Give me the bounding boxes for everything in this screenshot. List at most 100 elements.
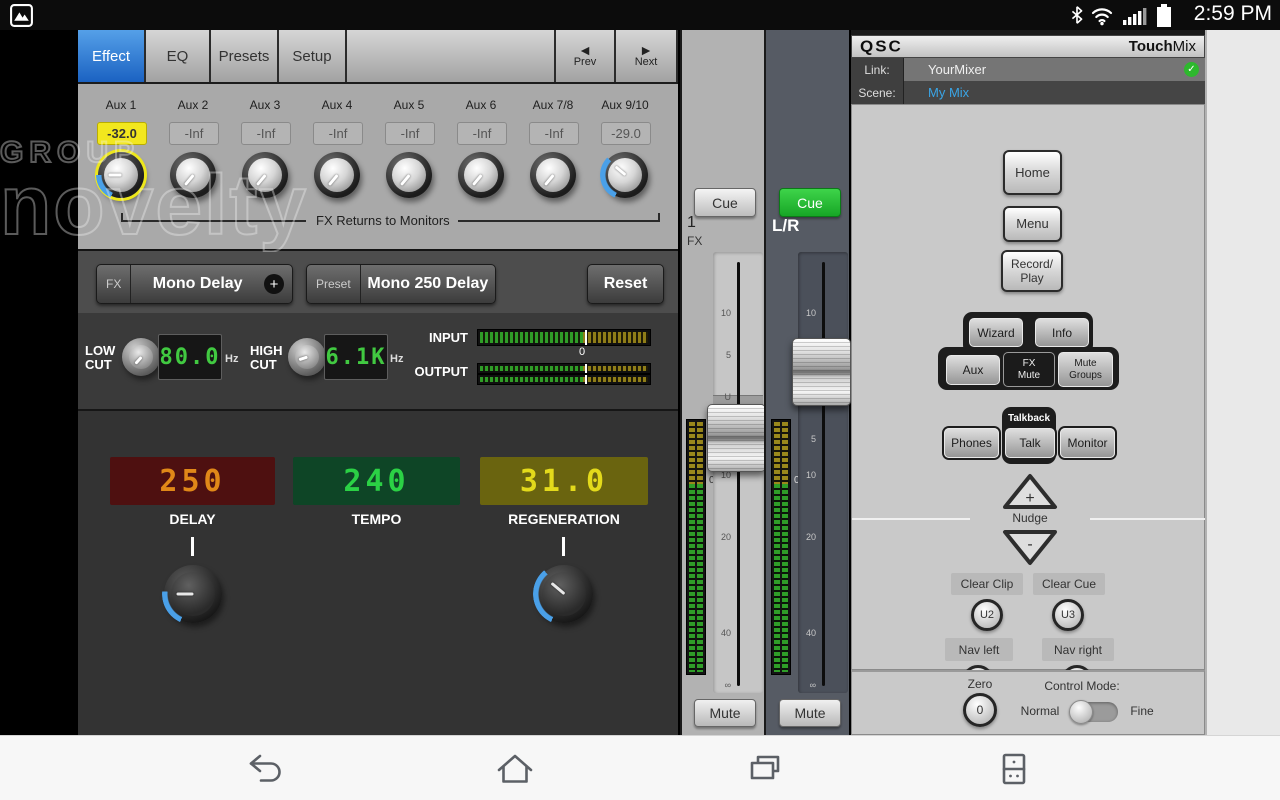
talk-button[interactable]: Talk: [1005, 428, 1055, 458]
aux-knob[interactable]: [98, 152, 144, 198]
aux-send-value[interactable]: -Inf: [457, 122, 507, 145]
aux-knob[interactable]: [530, 152, 576, 198]
back-button[interactable]: [243, 748, 287, 792]
aux-send-value[interactable]: -Inf: [241, 122, 291, 145]
u3-button[interactable]: U3: [1052, 599, 1084, 631]
record-play-button[interactable]: Record/Play: [1001, 250, 1063, 292]
phones-button[interactable]: Phones: [944, 428, 999, 458]
u2-button[interactable]: U2: [971, 599, 1003, 631]
aux-send-label: Aux 6: [445, 98, 517, 112]
aux-knob[interactable]: [386, 152, 432, 198]
remote-control-panel: QSC TouchMix Link: YourMixer ✓ Scene: My…: [851, 30, 1205, 735]
toggle-knob[interactable]: [1069, 700, 1093, 724]
qsc-logo: QSC: [860, 37, 903, 55]
clear-cue-label: Clear Cue: [1033, 573, 1105, 595]
right-edge-area: [1205, 30, 1280, 735]
fx1-cue-button[interactable]: Cue: [694, 188, 756, 217]
fx-type-selector[interactable]: FX Mono Delay +: [96, 264, 293, 304]
dual-window-button[interactable]: [991, 748, 1035, 792]
aux-send-label: Aux 7/8: [517, 98, 589, 112]
fx1-channel-number: 1: [687, 214, 696, 232]
aux-knob[interactable]: [314, 152, 360, 198]
main-fader-track[interactable]: 10 5 U 5 10 20 40 ∞: [798, 252, 848, 693]
zero-button[interactable]: 0: [963, 693, 997, 727]
wizard-button[interactable]: Wizard: [969, 318, 1023, 347]
aux-send-value[interactable]: -29.0: [601, 122, 651, 145]
delay-label: DELAY: [110, 511, 275, 527]
menu-button[interactable]: Menu: [1003, 206, 1062, 242]
svg-text:-: -: [1027, 536, 1032, 553]
aux-send-value[interactable]: -Inf: [169, 122, 219, 145]
high-cut-display[interactable]: 6.1K: [324, 334, 388, 380]
next-button[interactable]: ► Next: [616, 30, 678, 82]
recents-button[interactable]: [743, 748, 787, 792]
link-value: YourMixer: [904, 62, 1184, 77]
regeneration-knob[interactable]: [535, 565, 593, 623]
main-fader-handle[interactable]: [792, 338, 851, 406]
tab-setup[interactable]: Setup: [279, 30, 347, 82]
aux-knob[interactable]: [242, 152, 288, 198]
tab-effect[interactable]: Effect: [78, 30, 146, 82]
delay-knob[interactable]: [164, 565, 222, 623]
high-cut-knob[interactable]: [288, 338, 326, 376]
knob-tick: [562, 537, 565, 556]
aux-send-value[interactable]: -Inf: [313, 122, 363, 145]
aux-send-value[interactable]: -Inf: [385, 122, 435, 145]
main-mute-button[interactable]: Mute: [779, 699, 841, 727]
fx-add-icon[interactable]: +: [264, 274, 284, 294]
fx1-channel-type: FX: [687, 234, 702, 248]
mute-groups-button[interactable]: MuteGroups: [1058, 352, 1113, 387]
fx1-fader-track[interactable]: 10 5 U 5 10 20 40 ∞: [713, 252, 763, 693]
fx1-mute-button[interactable]: Mute: [694, 699, 756, 727]
main-cue-button[interactable]: Cue: [779, 188, 841, 217]
tab-presets[interactable]: Presets: [211, 30, 279, 82]
nudge-up-button[interactable]: +: [1000, 472, 1060, 512]
fx1-fader-handle[interactable]: [707, 404, 766, 472]
home-button-android[interactable]: [493, 748, 537, 792]
monitor-button[interactable]: Monitor: [1060, 428, 1115, 458]
aux-button[interactable]: Aux: [946, 355, 1000, 385]
low-cut-unit: Hz: [225, 353, 238, 365]
aux-knob[interactable]: [170, 152, 216, 198]
nudge-line-right: [1090, 518, 1206, 520]
nudge-down-button[interactable]: -: [1000, 527, 1060, 567]
aux-knob[interactable]: [458, 152, 504, 198]
control-mode-toggle[interactable]: [1072, 702, 1118, 722]
touchmix-app: 2:59 PM GROUP novelty Effect EQ Presets …: [0, 0, 1280, 800]
tab-filler: [347, 30, 556, 82]
dual-window-icon: [991, 748, 1035, 792]
control-mode-label: Control Mode:: [1032, 679, 1132, 693]
prev-icon: ◄: [578, 44, 592, 56]
tempo-display[interactable]: 240: [293, 457, 460, 505]
nudge-label: Nudge: [1000, 511, 1060, 525]
preset-tag: Preset: [307, 265, 361, 303]
fx-returns-label: FX Returns to Monitors: [316, 213, 450, 228]
scene-row[interactable]: Scene: My Mix: [851, 81, 1205, 104]
signal-icon: [1122, 4, 1148, 26]
bluetooth-icon: [1066, 4, 1088, 26]
delay-display[interactable]: 250: [110, 457, 275, 505]
scene-value: My Mix: [904, 85, 1205, 100]
info-button[interactable]: Info: [1035, 318, 1089, 347]
aux-send-value[interactable]: -32.0: [97, 122, 147, 145]
aux-send-value[interactable]: -Inf: [529, 122, 579, 145]
android-nav-bar: [0, 735, 1280, 800]
high-cut-label: HIGHCUT: [250, 344, 283, 372]
scene-label: Scene:: [851, 81, 904, 104]
low-cut-display[interactable]: 80.0: [158, 334, 222, 380]
aux-knob[interactable]: [602, 152, 648, 198]
fx-mute-button[interactable]: FXMute: [1003, 352, 1055, 387]
fx-preset-selector[interactable]: Preset Mono 250 Delay: [306, 264, 496, 304]
output-meter-r: [477, 374, 651, 385]
link-row[interactable]: Link: YourMixer ✓: [851, 58, 1205, 81]
output-meter-label: OUTPUT: [408, 364, 468, 379]
filter-meter-section: LOWCUT 80.0 Hz HIGHCUT 6.1K Hz INPUT 0 O…: [78, 313, 678, 411]
prev-button[interactable]: ◄ Prev: [556, 30, 616, 82]
low-cut-knob[interactable]: [122, 338, 160, 376]
android-status-bar: 2:59 PM: [0, 0, 1280, 30]
bracket-line: [121, 220, 306, 222]
regeneration-display[interactable]: 31.0: [480, 457, 648, 505]
tab-eq[interactable]: EQ: [146, 30, 211, 82]
home-button[interactable]: Home: [1003, 150, 1062, 195]
reset-button[interactable]: Reset: [587, 264, 664, 304]
